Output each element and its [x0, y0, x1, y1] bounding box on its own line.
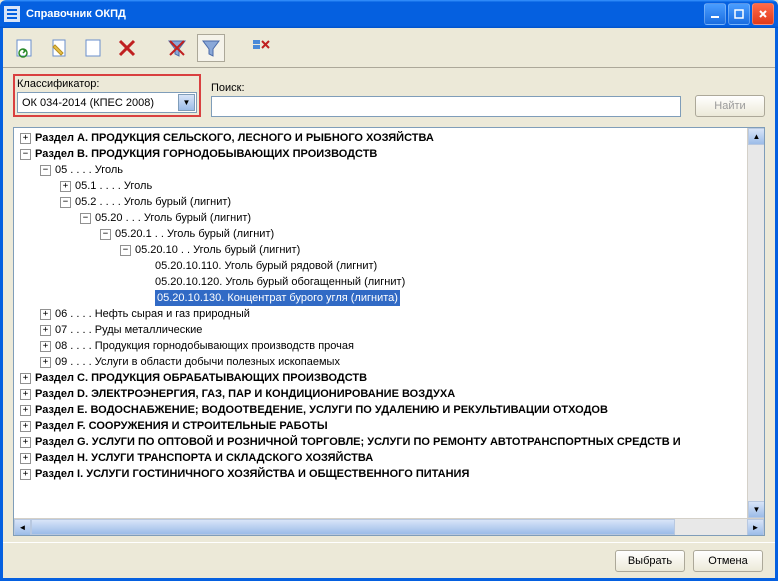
- expand-icon[interactable]: +: [40, 357, 51, 368]
- tree-label: 07 . . . . Руды металлические: [55, 322, 202, 338]
- expand-icon[interactable]: +: [40, 341, 51, 352]
- vertical-scrollbar[interactable]: ▲ ▼: [747, 128, 764, 518]
- collapse-icon[interactable]: −: [100, 229, 111, 240]
- expand-icon[interactable]: +: [20, 421, 31, 432]
- tree-row[interactable]: 05.20.10.110. Уголь бурый рядовой (лигни…: [16, 258, 762, 274]
- close-button[interactable]: [752, 3, 774, 25]
- tree-row[interactable]: 05.20.10.120. Уголь бурый обогащенный (л…: [16, 274, 762, 290]
- tree-row[interactable]: + Раздел C. ПРОДУКЦИЯ ОБРАБАТЫВАЮЩИХ ПРОИ…: [16, 370, 762, 386]
- find-button[interactable]: Найти: [695, 95, 765, 117]
- horizontal-scrollbar[interactable]: ◄ ►: [14, 518, 764, 535]
- minimize-button[interactable]: [704, 3, 726, 25]
- expand-icon[interactable]: +: [20, 133, 31, 144]
- scroll-left-icon[interactable]: ◄: [14, 519, 31, 536]
- expand-icon[interactable]: +: [20, 373, 31, 384]
- app-icon: [4, 6, 20, 22]
- expand-icon[interactable]: +: [40, 325, 51, 336]
- expand-icon[interactable]: +: [60, 181, 71, 192]
- tree-label: Раздел H. УСЛУГИ ТРАНСПОРТА И СКЛАДСКОГО…: [35, 450, 373, 466]
- tree-label: 05.1 . . . . Уголь: [75, 178, 152, 194]
- classifier-label: Классификатор:: [17, 78, 197, 90]
- tree-label: Раздел A. ПРОДУКЦИЯ СЕЛЬСКОГО, ЛЕСНОГО И…: [35, 130, 434, 146]
- select-button[interactable]: Выбрать: [615, 550, 685, 572]
- scroll-down-icon[interactable]: ▼: [748, 501, 765, 518]
- tree-row[interactable]: + Раздел G. УСЛУГИ ПО ОПТОВОЙ И РОЗНИЧНОЙ…: [16, 434, 762, 450]
- tree-label: 05 . . . . Уголь: [55, 162, 123, 178]
- tree-label: 05.20.10.120. Уголь бурый обогащенный (л…: [155, 274, 405, 290]
- maximize-button[interactable]: [728, 3, 750, 25]
- tree-label: 08 . . . . Продукция горнодобывающих про…: [55, 338, 354, 354]
- collapse-icon[interactable]: −: [40, 165, 51, 176]
- cancel-button[interactable]: Отмена: [693, 550, 763, 572]
- expand-icon[interactable]: +: [20, 437, 31, 448]
- toolbar: [3, 28, 775, 68]
- tree-row[interactable]: + Раздел E. ВОДОСНАБЖЕНИЕ; ВОДООТВЕДЕНИЕ,…: [16, 402, 762, 418]
- tree-label: 05.20 . . . Уголь бурый (лигнит): [95, 210, 251, 226]
- delete-icon[interactable]: [113, 34, 141, 62]
- tree-label: 05.20.10.110. Уголь бурый рядовой (лигни…: [155, 258, 377, 274]
- tree-label: 06 . . . . Нефть сырая и газ природный: [55, 306, 250, 322]
- expand-icon[interactable]: +: [20, 405, 31, 416]
- search-label: Поиск:: [211, 82, 685, 94]
- scroll-up-icon[interactable]: ▲: [748, 128, 765, 145]
- tree-label: Раздел B. ПРОДУКЦИЯ ГОРНОДОБЫВАЮЩИХ ПРОИ…: [35, 146, 377, 162]
- classifier-value: ОК 034-2014 (КПЕС 2008): [22, 97, 154, 109]
- new-icon[interactable]: [79, 34, 107, 62]
- expand-icon[interactable]: +: [40, 309, 51, 320]
- tree-row[interactable]: +06 . . . . Нефть сырая и газ природный: [16, 306, 762, 322]
- tree-label: 09 . . . . Услуги в области добычи полез…: [55, 354, 340, 370]
- expand-icon[interactable]: +: [20, 469, 31, 480]
- tree-label: Раздел F. СООРУЖЕНИЯ И СТРОИТЕЛЬНЫЕ РАБО…: [35, 418, 328, 434]
- tree-label: Раздел G. УСЛУГИ ПО ОПТОВОЙ И РОЗНИЧНОЙ …: [35, 434, 681, 450]
- tree-label: 05.20.1 . . Уголь бурый (лигнит): [115, 226, 274, 242]
- collapse-icon[interactable]: −: [80, 213, 91, 224]
- tree-row[interactable]: + Раздел D. ЭЛЕКТРОЭНЕРГИЯ, ГАЗ, ПАР И КО…: [16, 386, 762, 402]
- classifier-highlight: Классификатор: ОК 034-2014 (КПЕС 2008) ▼: [13, 74, 201, 117]
- tree-row[interactable]: +09 . . . . Услуги в области добычи поле…: [16, 354, 762, 370]
- edit-icon[interactable]: [45, 34, 73, 62]
- tree-panel: + Раздел A. ПРОДУКЦИЯ СЕЛЬСКОГО, ЛЕСНОГО …: [13, 127, 765, 536]
- chevron-down-icon[interactable]: ▼: [178, 94, 195, 111]
- refresh-icon[interactable]: [11, 34, 39, 62]
- tree-label: 05.20.10 . . Уголь бурый (лигнит): [135, 242, 300, 258]
- tree-row[interactable]: −Раздел B. ПРОДУКЦИЯ ГОРНОДОБЫВАЮЩИХ ПРО…: [16, 146, 762, 162]
- tree-label: Раздел C. ПРОДУКЦИЯ ОБРАБАТЫВАЮЩИХ ПРОИЗ…: [35, 370, 367, 386]
- expand-icon[interactable]: +: [20, 453, 31, 464]
- tree-row[interactable]: +05.1 . . . . Уголь: [16, 178, 762, 194]
- filter-row: Классификатор: ОК 034-2014 (КПЕС 2008) ▼…: [3, 68, 775, 127]
- tree-row[interactable]: −05.20 . . . Уголь бурый (лигнит): [16, 210, 762, 226]
- collapse-icon[interactable]: −: [20, 149, 31, 160]
- filter-funnel-icon[interactable]: [163, 34, 191, 62]
- scroll-right-icon[interactable]: ►: [747, 519, 764, 536]
- expand-icon[interactable]: +: [20, 389, 31, 400]
- tree-row[interactable]: −05.20.1 . . Уголь бурый (лигнит): [16, 226, 762, 242]
- titlebar[interactable]: Справочник ОКПД: [0, 0, 778, 28]
- tree-row[interactable]: −05 . . . . Уголь: [16, 162, 762, 178]
- tree-label: Раздел I. УСЛУГИ ГОСТИНИЧНОГО ХОЗЯЙСТВА …: [35, 466, 469, 482]
- tree-row[interactable]: + Раздел I. УСЛУГИ ГОСТИНИЧНОГО ХОЗЯЙСТВА…: [16, 466, 762, 482]
- tree-row[interactable]: +08 . . . . Продукция горнодобывающих пр…: [16, 338, 762, 354]
- tree-label: 05.2 . . . . Уголь бурый (лигнит): [75, 194, 231, 210]
- collapse-icon[interactable]: −: [60, 197, 71, 208]
- footer: Выбрать Отмена: [3, 542, 775, 578]
- scrollbar-thumb[interactable]: [31, 519, 675, 535]
- tree-row[interactable]: −05.2 . . . . Уголь бурый (лигнит): [16, 194, 762, 210]
- tree-label: 05.20.10.130. Концентрат бурого угля (ли…: [155, 290, 400, 306]
- tree-row[interactable]: +07 . . . . Руды металлические: [16, 322, 762, 338]
- tree-row[interactable]: + Раздел H. УСЛУГИ ТРАНСПОРТА И СКЛАДСКОГ…: [16, 450, 762, 466]
- window-title: Справочник ОКПД: [26, 8, 126, 20]
- search-input[interactable]: [211, 96, 681, 117]
- tree-row[interactable]: 05.20.10.130. Концентрат бурого угля (ли…: [16, 290, 762, 306]
- tree-row[interactable]: + Раздел A. ПРОДУКЦИЯ СЕЛЬСКОГО, ЛЕСНОГО …: [16, 130, 762, 146]
- tree-row[interactable]: + Раздел F. СООРУЖЕНИЯ И СТРОИТЕЛЬНЫЕ РАБ…: [16, 418, 762, 434]
- tree[interactable]: + Раздел A. ПРОДУКЦИЯ СЕЛЬСКОГО, ЛЕСНОГО …: [14, 128, 764, 518]
- filter-column-icon[interactable]: [247, 34, 275, 62]
- tree-row[interactable]: −05.20.10 . . Уголь бурый (лигнит): [16, 242, 762, 258]
- filter-icon[interactable]: [197, 34, 225, 62]
- tree-label: Раздел E. ВОДОСНАБЖЕНИЕ; ВОДООТВЕДЕНИЕ, …: [35, 402, 608, 418]
- collapse-icon[interactable]: −: [120, 245, 131, 256]
- classifier-combo[interactable]: ОК 034-2014 (КПЕС 2008) ▼: [17, 92, 197, 113]
- tree-label: Раздел D. ЭЛЕКТРОЭНЕРГИЯ, ГАЗ, ПАР И КОН…: [35, 386, 455, 402]
